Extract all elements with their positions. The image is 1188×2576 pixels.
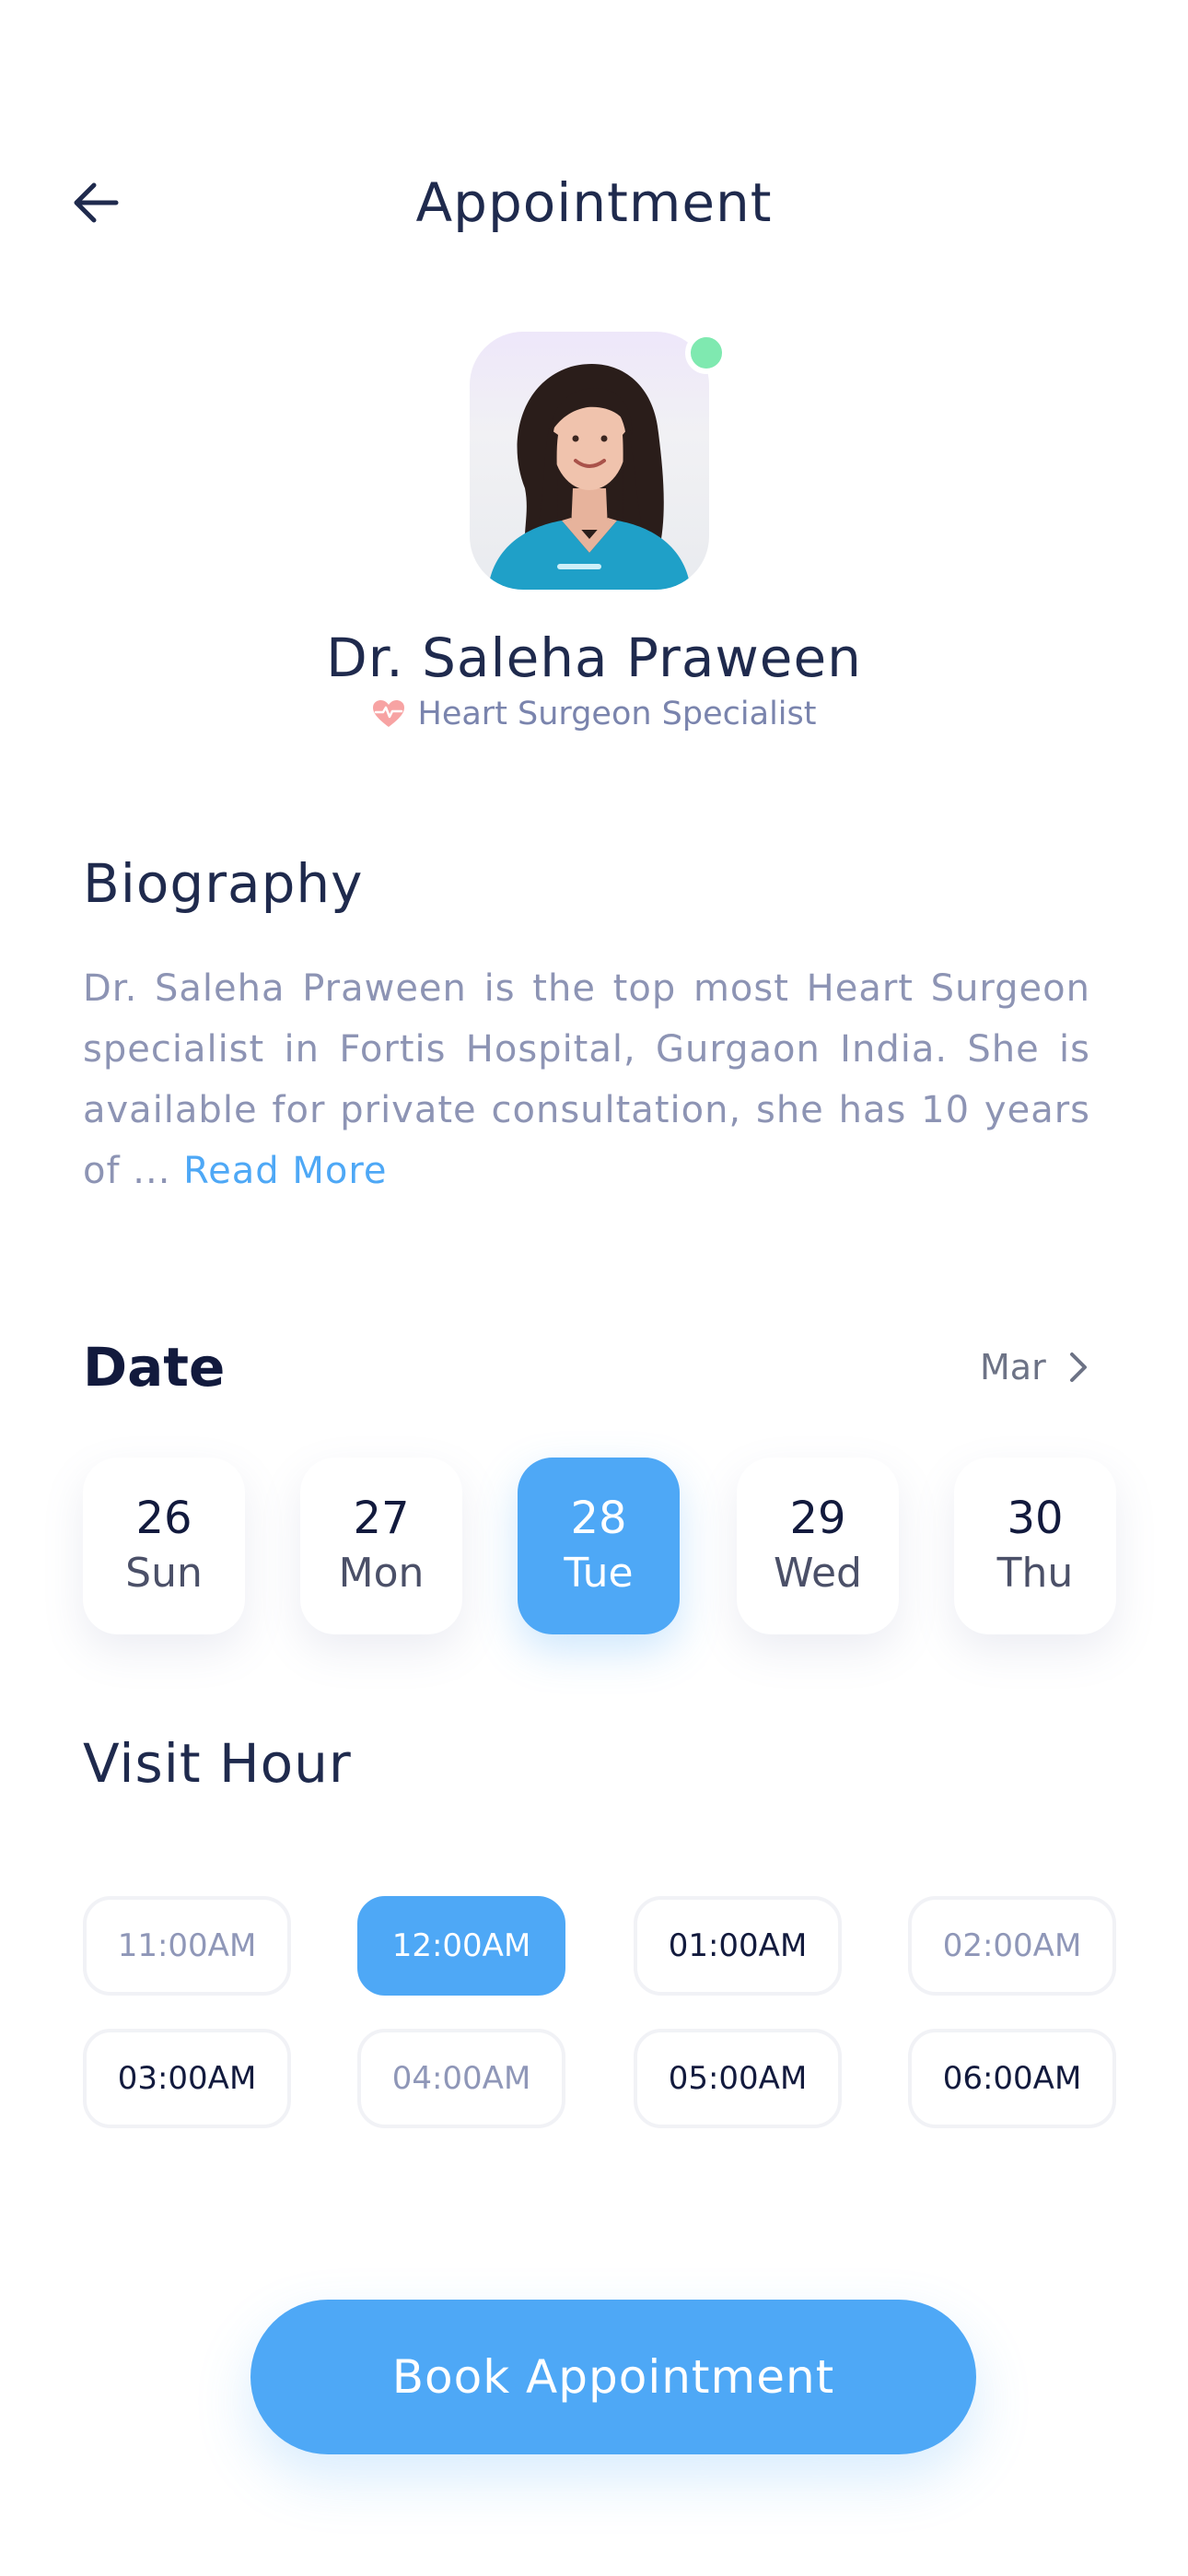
online-status-indicator <box>685 332 728 374</box>
doctor-portrait-image <box>488 363 691 590</box>
time-slot-0200am[interactable]: 02:00AM <box>908 1896 1116 1996</box>
time-slot-0100am[interactable]: 01:00AM <box>634 1896 842 1996</box>
date-number: 26 <box>135 1493 192 1544</box>
month-label: Mar <box>980 1347 1046 1388</box>
month-selector[interactable]: Mar <box>980 1347 1089 1388</box>
date-title: Date <box>83 1336 226 1399</box>
doctor-avatar <box>470 332 709 590</box>
header: Appointment <box>0 166 1188 240</box>
biography-text: Dr. Saleha Praween is the top most Heart… <box>83 958 1090 1201</box>
doctor-avatar-container <box>470 332 728 590</box>
date-weekday: Thu <box>996 1550 1074 1597</box>
time-slot-1200am-selected[interactable]: 12:00AM <box>357 1896 565 1996</box>
doctor-specialty: Heart Surgeon Specialist <box>0 696 1188 732</box>
read-more-link[interactable]: Read More <box>183 1150 387 1192</box>
date-weekday: Tue <box>564 1550 634 1597</box>
visit-hour-title: Visit Hour <box>83 1732 352 1795</box>
chevron-right-icon <box>1069 1352 1087 1382</box>
doctor-name: Dr. Saleha Praween <box>326 626 862 689</box>
date-number: 27 <box>353 1493 410 1544</box>
date-number: 29 <box>789 1493 846 1544</box>
date-number: 30 <box>1007 1493 1064 1544</box>
date-weekday: Mon <box>338 1550 425 1597</box>
time-slot-0400am[interactable]: 04:00AM <box>357 2029 565 2128</box>
specialty-label: Heart Surgeon Specialist <box>417 696 817 732</box>
date-card-29[interactable]: 29 Wed <box>737 1458 899 1634</box>
page-title: Appointment <box>415 171 773 234</box>
date-card-26[interactable]: 26 Sun <box>83 1458 245 1634</box>
date-weekday: Sun <box>125 1550 203 1597</box>
time-slot-1100am[interactable]: 11:00AM <box>83 1896 291 1996</box>
time-slot-0500am[interactable]: 05:00AM <box>634 2029 842 2128</box>
time-slot-0600am[interactable]: 06:00AM <box>908 2029 1116 2128</box>
date-weekday: Wed <box>774 1550 862 1597</box>
date-number: 28 <box>570 1493 627 1544</box>
time-slot-0300am[interactable]: 03:00AM <box>83 2029 291 2128</box>
biography-title: Biography <box>83 852 364 915</box>
book-appointment-button[interactable]: Book Appointment <box>250 2300 976 2454</box>
heart-pulse-icon <box>372 700 404 727</box>
date-card-27[interactable]: 27 Mon <box>300 1458 462 1634</box>
date-card-30[interactable]: 30 Thu <box>954 1458 1116 1634</box>
date-card-28-selected[interactable]: 28 Tue <box>518 1458 680 1634</box>
